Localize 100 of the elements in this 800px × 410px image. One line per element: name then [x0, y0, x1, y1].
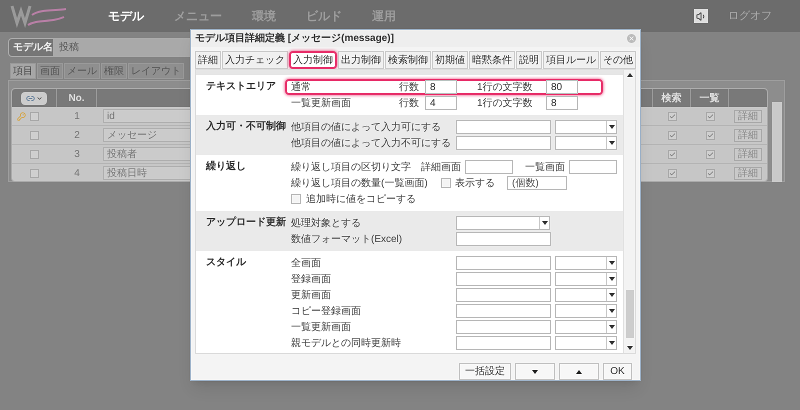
scroll-thumb[interactable] — [626, 290, 634, 338]
checkbox[interactable] — [30, 168, 39, 178]
field-label: 更新画面 — [291, 288, 332, 302]
link-icon — [26, 94, 34, 102]
scroll-up-icon — [626, 73, 632, 77]
row-number: 2 — [73, 128, 81, 142]
field-label: 数値フォーマット(Excel) — [291, 232, 404, 246]
down-triangle-icon — [532, 370, 538, 374]
text-field[interactable] — [456, 256, 551, 270]
dropdown-field[interactable] — [555, 272, 617, 286]
dialog-button[interactable]: OK — [603, 363, 632, 380]
caret-icon — [608, 293, 614, 297]
checkbox[interactable] — [668, 130, 676, 140]
field-label: 1行の文字数 — [477, 80, 534, 94]
field-label: コピー登録画面 — [291, 304, 362, 318]
move-up-button[interactable] — [559, 363, 599, 380]
tab[interactable]: 項目ルール — [543, 51, 599, 69]
field-label: 処理対象とする — [291, 216, 362, 230]
checkbox[interactable] — [441, 178, 451, 188]
dialog-button[interactable]: 一括設定 — [459, 363, 511, 380]
checkbox[interactable] — [291, 194, 301, 204]
close-icon[interactable] — [627, 34, 636, 43]
checkbox[interactable] — [706, 150, 714, 158]
text-field[interactable] — [456, 304, 551, 318]
caret-icon — [608, 277, 614, 281]
section-title: 繰り返し — [204, 160, 247, 174]
caret-icon — [542, 221, 548, 225]
tab[interactable]: 説明 — [516, 51, 542, 69]
caret-icon — [608, 261, 614, 265]
field-label: 詳細画面 — [421, 160, 462, 174]
caret-icon — [608, 325, 614, 329]
field-label: 通常 — [291, 80, 312, 94]
field-label: 1行の文字数 — [477, 96, 534, 110]
speaker-icon[interactable] — [694, 9, 708, 23]
section-title: 入力可・不可制御 — [205, 120, 287, 134]
tab[interactable]: 入力制御 — [289, 51, 337, 69]
tab[interactable]: 検索制御 — [385, 51, 431, 69]
row-number: 4 — [73, 166, 81, 180]
nav-item[interactable]: モデル — [108, 7, 144, 25]
text-field[interactable]: 4 — [425, 96, 457, 110]
field-label: 一覧更新画面 — [291, 96, 352, 110]
field-label: 親モデルとの同時更新時 — [291, 336, 402, 350]
dropdown-field[interactable] — [555, 288, 617, 302]
tab[interactable]: 項目 — [10, 63, 36, 79]
text-field[interactable] — [456, 272, 551, 286]
dropdown-field[interactable] — [555, 120, 617, 134]
model-name-label: モデル名 — [12, 40, 53, 55]
logo-drawing — [10, 3, 68, 29]
checkbox[interactable] — [706, 130, 714, 140]
checkbox[interactable] — [668, 150, 676, 158]
text-field[interactable] — [456, 320, 551, 334]
text-field[interactable] — [456, 232, 551, 246]
dialog-title: モデル項目詳細定義 [メッセージ(message)] — [195, 31, 395, 46]
section-title: スタイル — [205, 256, 248, 270]
move-down-button[interactable] — [515, 363, 555, 380]
checkbox[interactable] — [668, 112, 676, 120]
text-field[interactable]: 8 — [425, 80, 457, 94]
tab[interactable]: 暗黙条件 — [469, 51, 515, 69]
field-label: 全画面 — [291, 256, 322, 270]
tab[interactable]: 詳細 — [195, 51, 221, 69]
dropdown-field[interactable] — [555, 336, 617, 350]
tab[interactable]: その他 — [600, 51, 636, 69]
dropdown-field[interactable] — [555, 256, 617, 270]
row-number: 1 — [73, 110, 81, 124]
caret-icon — [608, 341, 614, 345]
dropdown-field[interactable] — [555, 320, 617, 334]
checkbox[interactable] — [668, 168, 676, 178]
text-field[interactable] — [456, 336, 551, 350]
dropdown-field[interactable] — [555, 136, 617, 150]
text-field[interactable]: 80 — [546, 80, 578, 94]
scroll-down-icon — [626, 346, 632, 350]
checkbox[interactable] — [30, 130, 39, 140]
field-label: 登録画面 — [291, 272, 332, 286]
checkbox[interactable] — [706, 168, 714, 178]
text-field[interactable]: 8 — [546, 96, 578, 110]
checkbox[interactable] — [30, 112, 39, 120]
tab[interactable]: 入力チェック — [222, 51, 288, 69]
field-label: 他項目の値によって入力可にする — [291, 120, 442, 134]
text-field[interactable] — [456, 288, 551, 302]
caret-icon — [36, 94, 42, 102]
dropdown-field[interactable] — [555, 304, 617, 318]
tab[interactable]: 出力制御 — [338, 51, 384, 69]
section-title: アップロード更新 — [205, 215, 287, 230]
caret-icon — [608, 309, 614, 313]
field-label: 繰り返し項目の区切り文字 — [291, 160, 412, 174]
text-field[interactable] — [456, 120, 551, 134]
field-label: 表示する — [455, 176, 496, 190]
text-field[interactable] — [569, 160, 617, 174]
text-field[interactable] — [465, 160, 513, 174]
checkbox[interactable] — [706, 112, 714, 120]
field-label: 一覧更新画面 — [291, 320, 352, 334]
link-dropdown[interactable] — [21, 92, 47, 104]
field-label: 繰り返し項目の数量(一覧画面) — [291, 176, 429, 190]
dropdown-field[interactable] — [456, 216, 550, 230]
checkbox[interactable] — [30, 150, 39, 158]
section-title: テキストエリア — [205, 80, 277, 94]
row-number: 3 — [73, 148, 81, 162]
text-field[interactable] — [456, 136, 551, 150]
tab[interactable]: 初期値 — [432, 51, 468, 69]
text-field[interactable]: (個数) — [507, 176, 567, 190]
